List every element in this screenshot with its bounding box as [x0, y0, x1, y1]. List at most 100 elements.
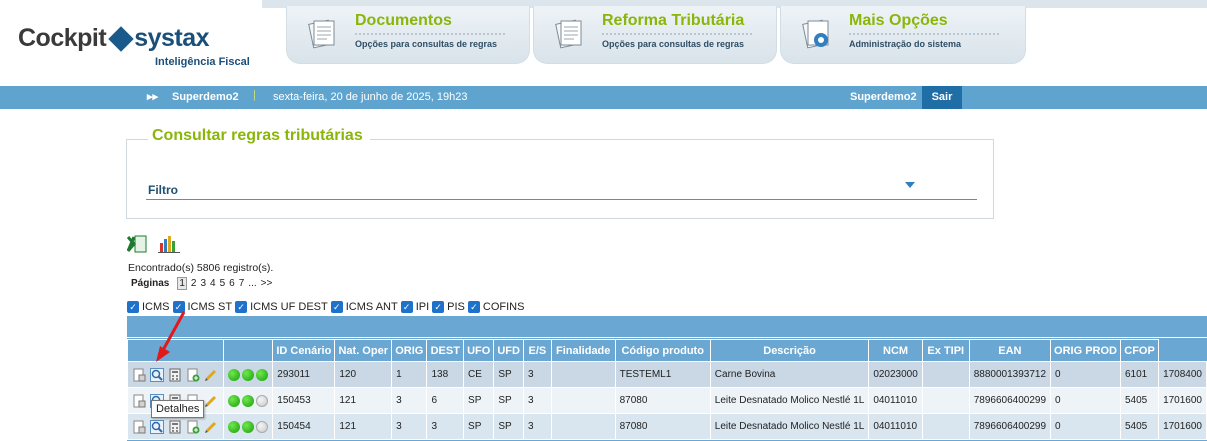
column-header[interactable]: Descrição	[709, 339, 870, 362]
nav-tab-reforma-tributaria[interactable]: Reforma Tributária Opções para consultas…	[533, 6, 777, 64]
table-cell: 7896606400299	[968, 387, 1052, 414]
table-cell: 87080	[614, 413, 711, 440]
user-name-right: Superdemo2	[850, 91, 917, 103]
filter-toggle[interactable]: Filtro	[148, 183, 178, 197]
pagination-label: Páginas	[131, 278, 170, 289]
checkbox-ipi[interactable]: ✓ IPI	[400, 301, 429, 313]
column-header[interactable]: E/S	[522, 339, 552, 362]
column-header[interactable]: CFOP	[1119, 339, 1160, 362]
page-link[interactable]: 2	[191, 278, 197, 289]
column-header[interactable]: Finalidade	[550, 339, 616, 362]
page-link[interactable]: 7	[239, 278, 245, 289]
row-status	[222, 413, 274, 440]
page-link[interactable]: 6	[229, 278, 235, 289]
duplicate-icon[interactable]	[186, 420, 200, 434]
checkbox-pis[interactable]: ✓ PIS	[432, 301, 465, 313]
column-header-status	[222, 339, 274, 362]
document-icon[interactable]	[132, 420, 146, 434]
divider	[146, 199, 977, 200]
column-header[interactable]: UFD	[493, 339, 524, 362]
checkbox-checked-icon: ✓	[467, 301, 480, 313]
results-table: ID Cenário Nat. Oper ORIG DEST UFO UFD E…	[127, 339, 1207, 440]
table-cell: SP	[463, 387, 495, 414]
nav-tab-subtitle: Opções para consultas de regras	[355, 39, 498, 49]
nav-tab-title: Documentos	[355, 12, 452, 29]
divider	[849, 33, 999, 35]
table-cell: 5405	[1119, 387, 1160, 414]
document-icon[interactable]	[132, 368, 146, 382]
column-header[interactable]: Código produto	[614, 339, 711, 362]
table-cell: 02023000	[868, 361, 923, 388]
next-pages-link[interactable]: >>	[261, 278, 273, 289]
table-cell: 1	[391, 361, 428, 388]
table-cell: 1708400	[1158, 361, 1207, 388]
status-light-on-icon	[227, 368, 240, 381]
checkbox-cofins[interactable]: ✓ COFINS	[467, 301, 524, 313]
column-header[interactable]: ORIG	[391, 339, 428, 362]
table-cell: 138	[426, 361, 465, 388]
status-light-on-icon	[255, 368, 268, 381]
table-cell	[921, 387, 970, 414]
table-cell: 1701600	[1158, 413, 1207, 440]
edit-icon[interactable]	[204, 368, 218, 382]
column-header[interactable]: EAN	[968, 339, 1052, 362]
separator: |	[253, 89, 256, 101]
results-table-container: ID Cenário Nat. Oper ORIG DEST UFO UFD E…	[127, 316, 1207, 441]
table-row: 150454 121 3 3 SP SP 3 87080 Leite Desnatado Mol…	[127, 413, 1207, 440]
logo[interactable]: Cockpit systax Inteligência Fiscal	[18, 24, 268, 74]
query-panel	[126, 139, 994, 219]
status-light-off-icon	[255, 394, 268, 407]
table-row: 150453 121 3 6 SP SP 3 87080 Leite Desnatado Mol…	[127, 387, 1207, 414]
details-icon[interactable]	[150, 419, 164, 434]
table-cell: 3	[426, 413, 465, 440]
column-header[interactable]: NCM	[868, 339, 923, 362]
chevron-down-icon[interactable]	[905, 182, 915, 188]
pagination: Páginas 1 2 3 4 5 6 7 ... >>	[131, 277, 272, 290]
nav-tab-subtitle: Opções para consultas de regras	[602, 39, 745, 49]
divider	[602, 33, 752, 35]
calculator-icon[interactable]	[168, 420, 182, 434]
status-light-on-icon	[227, 394, 240, 407]
page-link[interactable]: 5	[220, 278, 226, 289]
panel-border	[126, 139, 148, 140]
checkbox-icms-uf-dest[interactable]: ✓ ICMS UF DEST	[235, 301, 328, 313]
checkbox-icms-ant[interactable]: ✓ ICMS ANT	[330, 301, 398, 313]
status-light-on-icon	[241, 420, 254, 433]
column-header[interactable]: DEST	[426, 339, 465, 362]
table-cell: 121	[334, 413, 393, 440]
column-header[interactable]: UFO	[463, 339, 495, 362]
page-link[interactable]: 3	[200, 278, 206, 289]
table-cell: 120	[334, 361, 393, 388]
nav-tab-documentos[interactable]: Documentos Opções para consultas de regr…	[286, 6, 530, 64]
checkbox-checked-icon: ✓	[400, 301, 413, 313]
excel-export-icon[interactable]	[127, 235, 147, 253]
table-cell: 87080	[614, 387, 711, 414]
user-bar: ▸▸ Superdemo2 | sexta-feira, 20 de junho…	[0, 86, 1207, 109]
chart-export-icon[interactable]	[158, 235, 180, 253]
nav-tab-mais-opcoes[interactable]: Mais Opções Administração do sistema	[780, 6, 1026, 64]
edit-icon[interactable]	[204, 420, 218, 434]
checkbox-checked-icon: ✓	[432, 301, 445, 313]
document-icon[interactable]	[132, 394, 146, 408]
table-cell	[921, 361, 970, 388]
tooltip-details: Detalhes	[151, 400, 205, 418]
column-header[interactable]: ORIG PROD	[1050, 339, 1121, 362]
logout-button[interactable]: Sair	[922, 86, 962, 109]
logo-diamond-icon	[108, 25, 134, 52]
row-status	[222, 361, 274, 388]
current-date: sexta-feira, 20 de junho de 2025, 19h23	[273, 91, 468, 103]
table-cell: 0	[1050, 413, 1121, 440]
page-link[interactable]: 4	[210, 278, 216, 289]
red-arrow-annotation	[156, 311, 186, 362]
page-link[interactable]: 1	[177, 277, 187, 290]
table-cell: 3	[522, 413, 552, 440]
table-cell: 0	[1050, 361, 1121, 388]
column-header[interactable]: ID Cenário	[272, 339, 336, 362]
logo-tagline: Inteligência Fiscal	[155, 56, 250, 68]
double-arrow-icon: ▸▸	[147, 91, 159, 103]
column-header[interactable]: Nat. Oper	[334, 339, 393, 362]
table-cell: 3	[391, 387, 428, 414]
column-header[interactable]: Ex TIPI	[921, 339, 970, 362]
edit-icon[interactable]	[204, 394, 218, 408]
table-cell: CE	[463, 361, 495, 388]
